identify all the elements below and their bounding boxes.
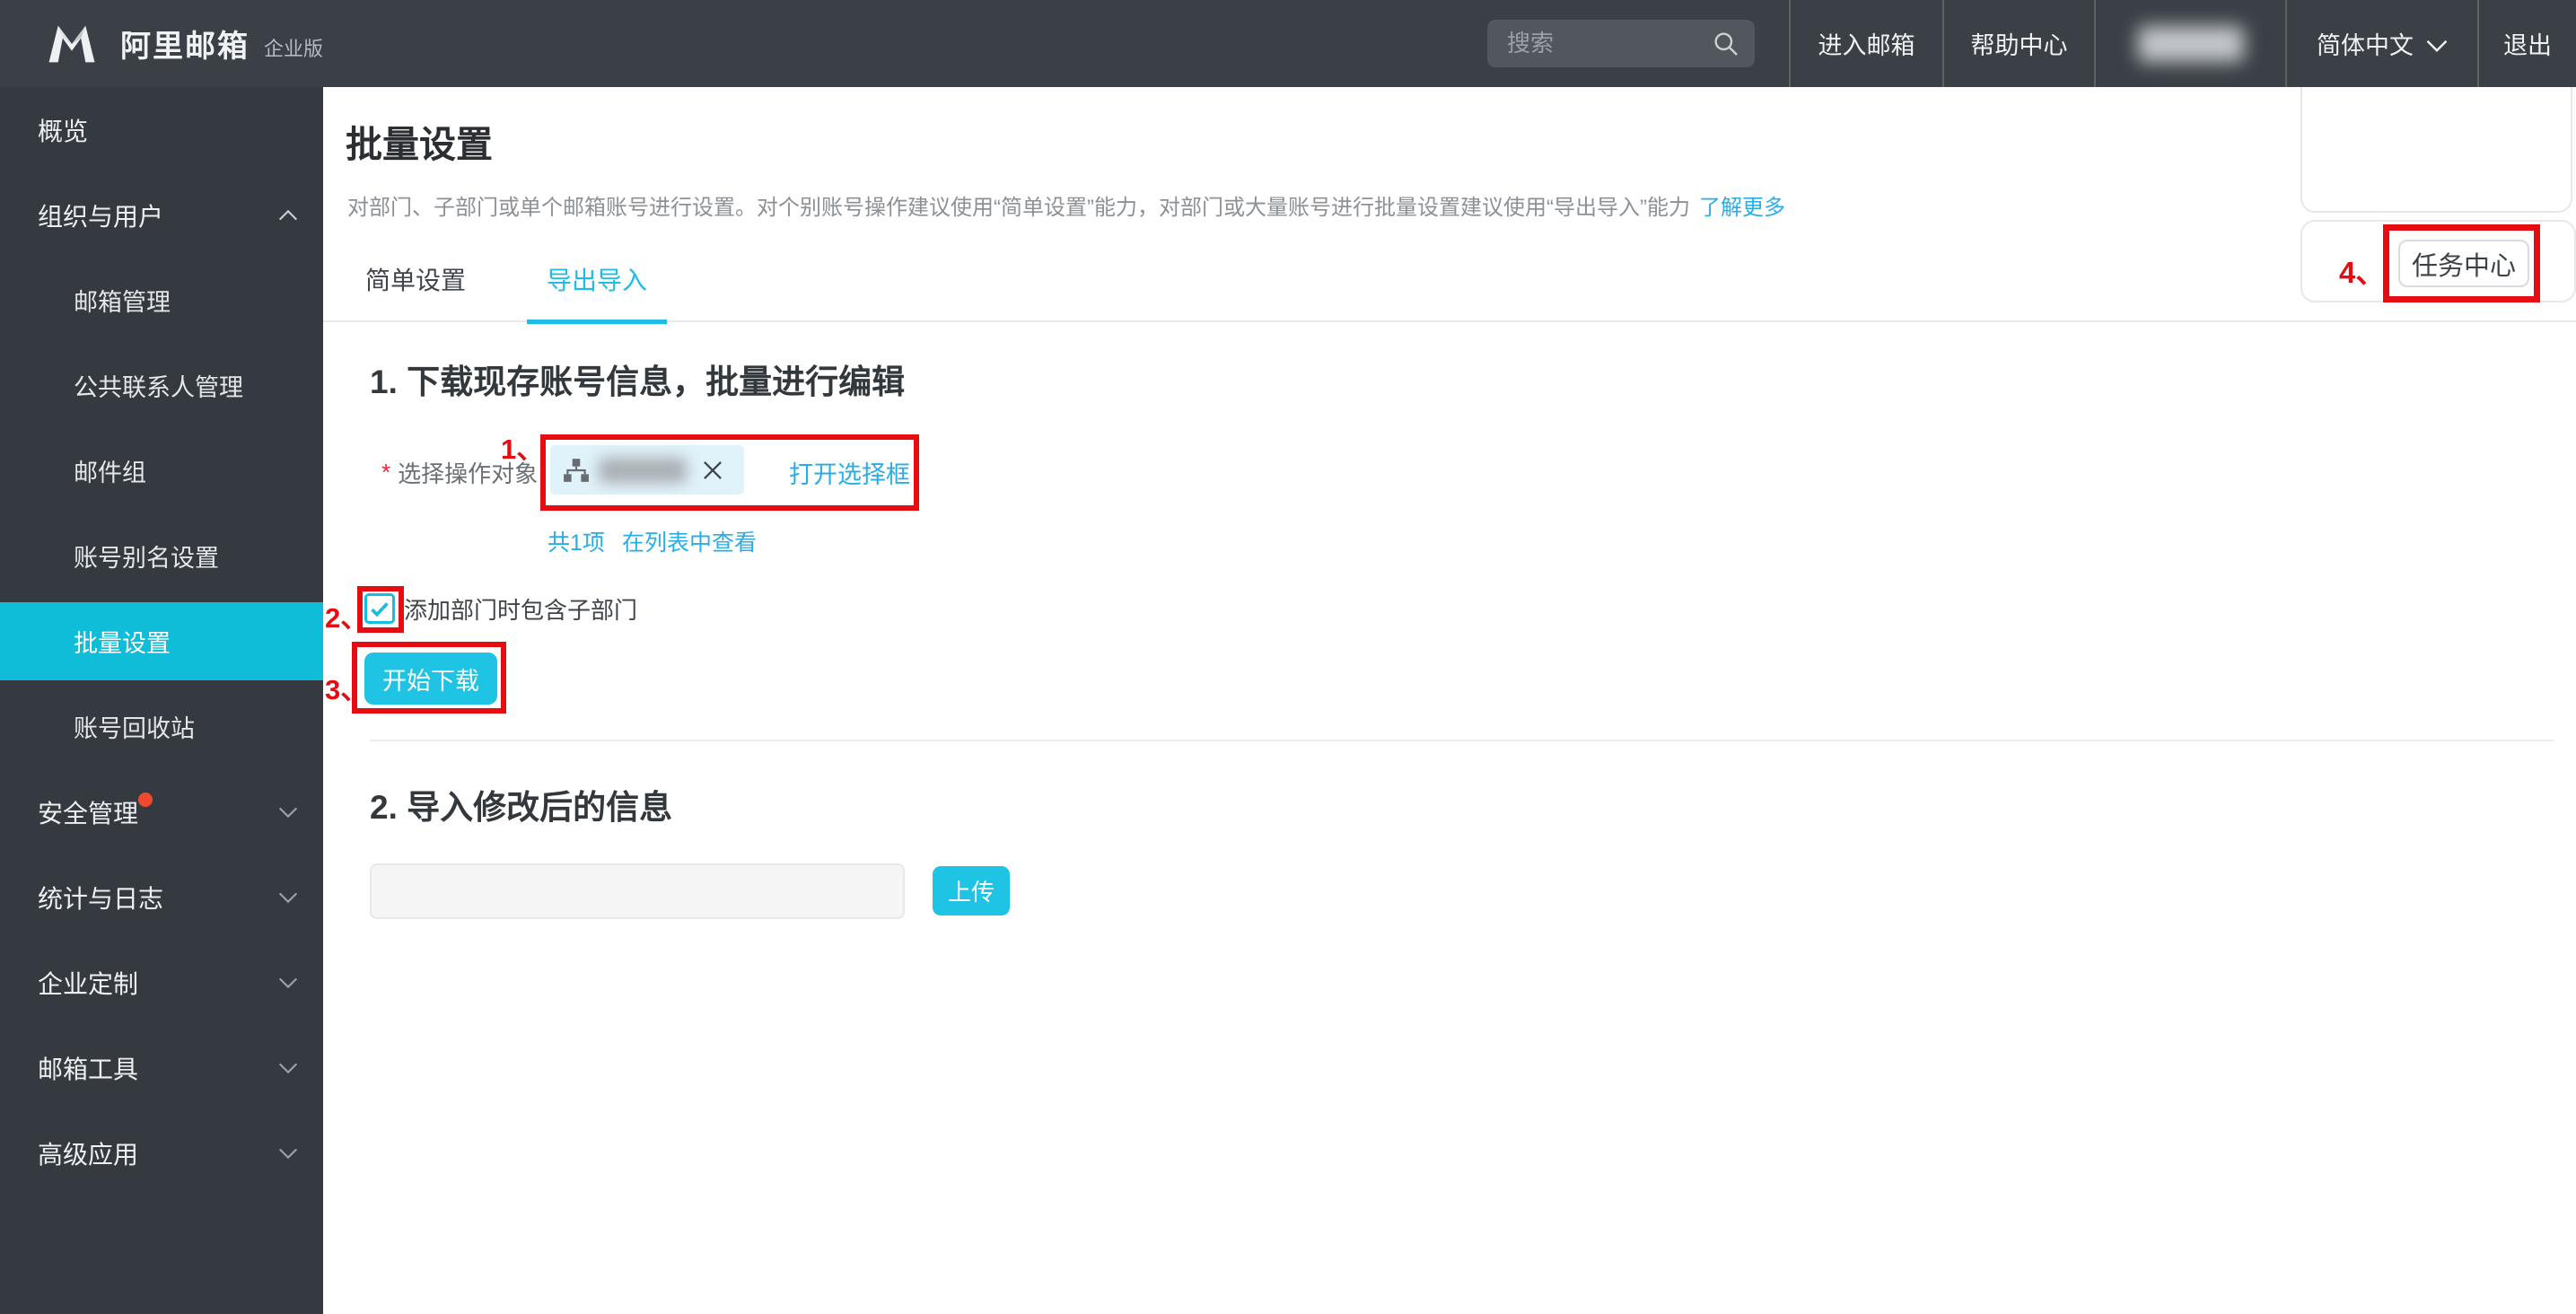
annotation-step-2: 2、: [325, 595, 368, 635]
sidebar-item-account-alias[interactable]: 账号别名设置: [0, 513, 323, 599]
section1-heading: 1. 下载现存账号信息，批量进行编辑: [370, 355, 905, 403]
sidebar-item-mailbox-management[interactable]: 邮箱管理: [0, 258, 323, 343]
page-description: 对部门、子部门或单个邮箱账号进行设置。对个别账号操作建议使用“简单设置”能力，对…: [347, 193, 2576, 223]
annotation-step-1: 1、: [501, 426, 544, 467]
upload-filename-field[interactable]: [370, 863, 905, 919]
chevron-down-icon: [278, 892, 298, 903]
tab-export-import[interactable]: 导出导入: [527, 243, 667, 322]
learn-more-link[interactable]: 了解更多: [1699, 196, 1785, 220]
logo-edition-badge: 企业版: [264, 33, 323, 62]
sidebar-item-batch-settings[interactable]: 批量设置: [0, 602, 323, 680]
blurred-account-name: [2138, 26, 2244, 62]
chevron-down-icon: [278, 1063, 298, 1073]
open-selector-link[interactable]: 打开选择框: [789, 434, 910, 511]
main-content: 批量设置 对部门、子部门或单个邮箱账号进行设置。对个别账号操作建议使用“简单设置…: [323, 87, 2576, 1314]
task-center-button[interactable]: 任务中心: [2398, 240, 2529, 287]
view-in-list-link[interactable]: 在列表中查看: [622, 525, 757, 557]
search-icon[interactable]: [1712, 30, 1740, 58]
sidebar: 概览 组织与用户 邮箱管理 公共联系人管理 邮件组 账号别名设置 批量设置 账号…: [0, 87, 323, 1314]
sidebar-item-overview[interactable]: 概览: [0, 87, 323, 172]
section2-heading: 2. 导入修改后的信息: [370, 780, 672, 828]
required-asterisk: *: [381, 459, 390, 486]
remove-tag-icon[interactable]: [701, 459, 724, 482]
chevron-up-icon: [278, 210, 298, 221]
header-nav: 进入邮箱 帮助中心 简体中文 退出: [1789, 0, 2576, 87]
app-root: 阿里邮箱 企业版 进入邮箱 帮助中心 简体中文 退出: [0, 0, 2576, 1314]
chevron-down-icon: [278, 977, 298, 988]
upload-button[interactable]: 上传: [933, 866, 1010, 915]
page-title: 批量设置: [346, 114, 2576, 168]
annotation-step-3: 3、: [325, 667, 368, 707]
org-tree-icon: [563, 457, 590, 484]
sidebar-group-mail-tools[interactable]: 邮箱工具: [0, 1025, 323, 1110]
chevron-down-icon: [2426, 39, 2448, 52]
sidebar-group-enterprise-custom[interactable]: 企业定制: [0, 940, 323, 1025]
chevron-down-icon: [278, 807, 298, 818]
tab-bar: 简单设置 导出导入: [323, 243, 2576, 322]
sidebar-group-org-users[interactable]: 组织与用户: [0, 172, 323, 258]
sidebar-group-advanced-apps[interactable]: 高级应用: [0, 1110, 323, 1196]
language-label: 简体中文: [2317, 26, 2414, 61]
selection-count: 共1项: [548, 525, 605, 557]
app-header: 阿里邮箱 企业版 进入邮箱 帮助中心 简体中文 退出: [0, 0, 2576, 87]
enter-mailbox-button[interactable]: 进入邮箱: [1789, 0, 1942, 87]
sidebar-group-security[interactable]: 安全管理: [0, 769, 323, 854]
blurred-target-name: [599, 458, 687, 483]
account-menu[interactable]: [2094, 0, 2285, 87]
floating-card-top: [2300, 87, 2572, 213]
alimail-logo-icon: [47, 24, 97, 64]
sidebar-group-stats-logs[interactable]: 统计与日志: [0, 854, 323, 940]
help-center-button[interactable]: 帮助中心: [1942, 0, 2094, 87]
search-box[interactable]: [1487, 20, 1755, 67]
logo: 阿里邮箱 企业版: [47, 22, 323, 66]
section-divider: [370, 740, 2554, 741]
language-selector[interactable]: 简体中文: [2285, 0, 2477, 87]
sidebar-item-public-contacts[interactable]: 公共联系人管理: [0, 343, 323, 428]
selected-target-tag: [550, 445, 744, 495]
checkbox-label: 添加部门时包含子部门: [404, 593, 637, 624]
sidebar-item-account-recycle-bin[interactable]: 账号回收站: [0, 684, 323, 769]
chevron-down-icon: [278, 1148, 298, 1159]
checkbox-check-icon: [370, 601, 390, 617]
notification-dot: [138, 793, 153, 807]
tab-simple-settings[interactable]: 简单设置: [346, 243, 486, 322]
description-text: 对部门、子部门或单个邮箱账号进行设置。对个别账号操作建议使用“简单设置”能力，对…: [347, 196, 1690, 220]
start-download-button[interactable]: 开始下载: [364, 653, 497, 705]
logo-text: 阿里邮箱: [120, 22, 250, 66]
sidebar-item-mail-groups[interactable]: 邮件组: [0, 428, 323, 513]
include-subdept-checkbox[interactable]: [364, 593, 395, 624]
logout-button[interactable]: 退出: [2477, 0, 2576, 87]
annotation-step-4: 4、: [2339, 249, 2385, 292]
